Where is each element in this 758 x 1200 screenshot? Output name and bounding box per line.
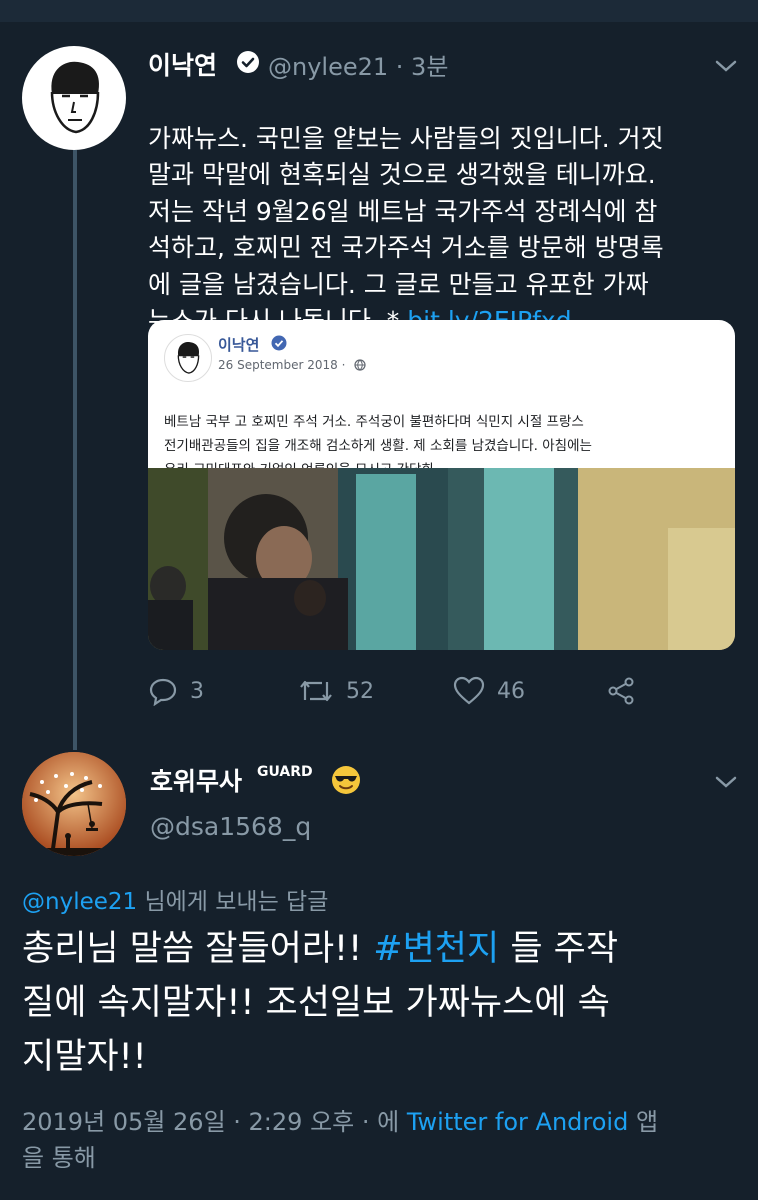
retweet-count: 52 bbox=[346, 678, 374, 704]
card-photo bbox=[148, 468, 735, 650]
photo-illustration bbox=[148, 468, 735, 650]
globe-icon bbox=[354, 359, 366, 371]
sunglasses-emoji-icon bbox=[332, 766, 360, 794]
reply-author-suffix: GUARD bbox=[257, 764, 313, 780]
card-text-line: 전기배관공들의 집을 개조해 검소하게 생활. 제 소회를 남겼습니다. 아침에… bbox=[164, 438, 592, 454]
source-link[interactable]: Twitter for Android bbox=[407, 1108, 628, 1136]
card-verified-icon bbox=[271, 335, 287, 351]
like-count: 46 bbox=[497, 678, 525, 704]
replying-to: @nylee21 님에게 보내는 답글 bbox=[22, 882, 328, 916]
author-handle[interactable]: @nylee21 · 3분 bbox=[268, 47, 448, 82]
card-avatar-illustration bbox=[177, 341, 200, 374]
like-button[interactable]: 46 bbox=[453, 674, 525, 708]
reply-button[interactable]: 3 bbox=[148, 674, 204, 708]
reply-icon bbox=[149, 678, 177, 706]
reply-text-part: 총리님 말씀 잘들어라!! bbox=[22, 929, 374, 969]
status-bar bbox=[0, 0, 758, 22]
chevron-down-icon[interactable] bbox=[712, 56, 740, 76]
tweet-meta: 2019년 05월 26일 · 2:29 오후 · 에 Twitter for … bbox=[22, 1104, 742, 1176]
retweet-icon bbox=[300, 680, 332, 702]
thread-line bbox=[73, 150, 77, 750]
handle-text: @nylee21 bbox=[268, 53, 389, 81]
tweet-line: 에 글을 남겼습니다. 그 글로 만들고 유포한 가짜 bbox=[148, 269, 649, 299]
reply-text: 총리님 말씀 잘들어라!! #변천지 들 주작 질에 속지말자!! 조선일보 가… bbox=[22, 922, 742, 1084]
tweet-line: 가짜뉴스. 국민을 얕보는 사람들의 짓입니다. 거짓 bbox=[148, 123, 664, 153]
share-button[interactable] bbox=[606, 674, 636, 708]
tweet-line: 말과 막말에 현혹되실 것으로 생각했을 테니까요. bbox=[148, 160, 656, 189]
tweet-text: 가짜뉴스. 국민을 얕보는 사람들의 짓입니다. 거짓 말과 막말에 현혹되실 … bbox=[148, 84, 748, 340]
tweet-line: 저는 작년 9월26일 베트남 국가주석 장례식에 참 bbox=[148, 196, 658, 226]
reply-author-name[interactable]: 호위무사 bbox=[150, 762, 242, 798]
card-date: 26 September 2018 · bbox=[218, 358, 346, 372]
avatar-illustration bbox=[50, 61, 100, 134]
action-bar: 3 52 46 bbox=[148, 674, 668, 708]
tweet-time: 3분 bbox=[411, 53, 449, 81]
heart-icon bbox=[453, 676, 485, 705]
avatar[interactable] bbox=[22, 46, 126, 150]
reply-to-mention[interactable]: @nylee21 bbox=[22, 889, 137, 915]
card-text-line: 베트남 국부 고 호찌민 주석 거소. 주석궁이 불편하다며 식민지 시절 프랑… bbox=[164, 414, 584, 430]
card-author-name: 이낙연 bbox=[218, 336, 260, 354]
reply-count: 3 bbox=[190, 678, 204, 704]
reply-chevron-down-icon[interactable] bbox=[712, 772, 740, 792]
reply-avatar[interactable] bbox=[22, 752, 126, 856]
reply-to-text: 님에게 보내는 답글 bbox=[137, 889, 329, 915]
retweet-button[interactable]: 52 bbox=[298, 674, 374, 708]
hashtag-link[interactable]: #변천지 bbox=[373, 929, 499, 969]
author-name[interactable]: 이낙연 bbox=[148, 46, 217, 82]
media-card[interactable]: 이낙연 26 September 2018 · 베트남 국부 고 호찌민 주석 … bbox=[148, 320, 735, 650]
tweet-line: 석하고, 호찌민 전 국가주석 거소를 방문해 방명록 bbox=[148, 233, 664, 262]
share-icon bbox=[608, 677, 634, 705]
card-avatar bbox=[164, 334, 212, 382]
verified-badge-icon bbox=[237, 51, 259, 73]
timestamp: 2019년 05월 26일 · 2:29 오후 · 에 bbox=[22, 1108, 407, 1136]
reply-avatar-illustration bbox=[22, 752, 126, 856]
separator-dot: · bbox=[388, 53, 412, 81]
reply-author-handle[interactable]: @dsa1568_q bbox=[150, 812, 311, 841]
